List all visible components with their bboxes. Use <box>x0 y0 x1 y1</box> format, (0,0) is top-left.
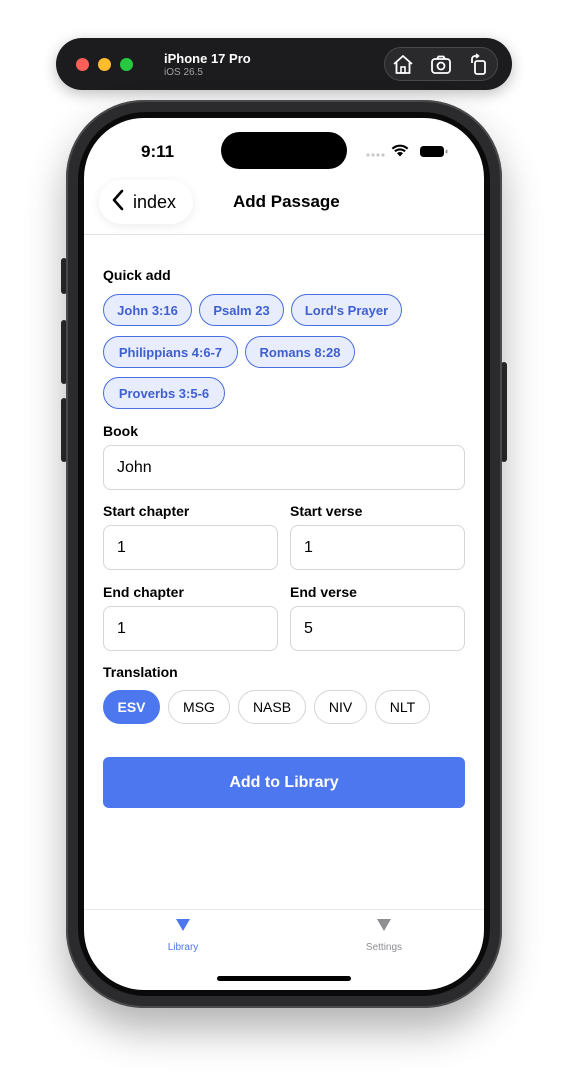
translation-option-nasb[interactable]: NASB <box>238 690 306 724</box>
translation-option-nlt[interactable]: NLT <box>375 690 430 724</box>
book-input[interactable]: John <box>103 445 465 490</box>
book-label: Book <box>103 423 138 439</box>
start-verse-input[interactable]: 1 <box>290 525 465 570</box>
start-chapter-input[interactable]: 1 <box>103 525 278 570</box>
home-icon[interactable] <box>391 53 415 77</box>
start-verse-label: Start verse <box>290 503 363 519</box>
end-chapter-input[interactable]: 1 <box>103 606 278 651</box>
page-title: Add Passage <box>233 192 340 211</box>
quick-add-chip-john-3-16[interactable]: John 3:16 <box>103 294 192 326</box>
tab-settings-label: Settings <box>365 942 403 953</box>
back-button-label: index <box>133 191 177 212</box>
quick-add-chip-romans-8-28[interactable]: Romans 8:28 <box>245 336 355 368</box>
simulator-toolbar: iPhone 17 Pro iOS 26.5 <box>56 38 512 90</box>
back-button[interactable]: index <box>99 180 193 224</box>
home-indicator <box>217 976 351 981</box>
end-verse-label: End verse <box>290 584 357 600</box>
os-version: iOS 26.5 <box>164 67 203 78</box>
status-icons <box>366 144 450 158</box>
triangle-down-icon <box>377 918 391 936</box>
device-name: iPhone 17 Pro <box>164 51 251 66</box>
status-time: 9:11 <box>141 142 175 161</box>
quick-add-label: Quick add <box>103 267 171 283</box>
quick-add-chip-lords-prayer[interactable]: Lord's Prayer <box>291 294 402 326</box>
translation-option-msg[interactable]: MSG <box>168 690 230 724</box>
dynamic-island <box>221 132 347 169</box>
screenshot-icon[interactable] <box>429 53 453 77</box>
translation-label: Translation <box>103 664 178 680</box>
wifi-icon <box>391 144 409 157</box>
triangle-down-icon <box>176 918 190 936</box>
minimize-window-button[interactable] <box>98 58 111 71</box>
add-to-library-button[interactable]: Add to Library <box>103 757 465 808</box>
tab-library-label: Library <box>167 942 199 953</box>
quick-add-chip-proverbs-3-5-6[interactable]: Proverbs 3:5-6 <box>103 377 225 409</box>
tab-settings[interactable]: Settings <box>324 918 444 962</box>
simulator-controls <box>384 47 498 81</box>
start-chapter-label: Start chapter <box>103 503 190 519</box>
end-chapter-label: End chapter <box>103 584 184 600</box>
nav-divider <box>84 234 484 235</box>
translation-option-esv[interactable]: ESV <box>103 690 160 724</box>
tab-bar-divider <box>84 909 484 910</box>
close-window-button[interactable] <box>76 58 89 71</box>
quick-add-chip-psalm-23[interactable]: Psalm 23 <box>199 294 284 326</box>
quick-add-chip-philippians-4-6-7[interactable]: Philippians 4:6-7 <box>103 336 238 368</box>
battery-icon <box>420 146 448 157</box>
end-verse-input[interactable]: 5 <box>290 606 465 651</box>
chevron-left-icon <box>111 189 125 216</box>
translation-option-niv[interactable]: NIV <box>314 690 367 724</box>
tab-library[interactable]: Library <box>123 918 243 962</box>
simulator-stage: iPhone 17 Pro iOS 26.5 9:11 index Add Pa… <box>0 0 568 1084</box>
cellular-dots-icon <box>366 153 385 157</box>
rotate-icon[interactable] <box>467 53 491 77</box>
phone-screen: 9:11 index Add Passage Quick add John 3:… <box>84 118 484 990</box>
zoom-window-button[interactable] <box>120 58 133 71</box>
